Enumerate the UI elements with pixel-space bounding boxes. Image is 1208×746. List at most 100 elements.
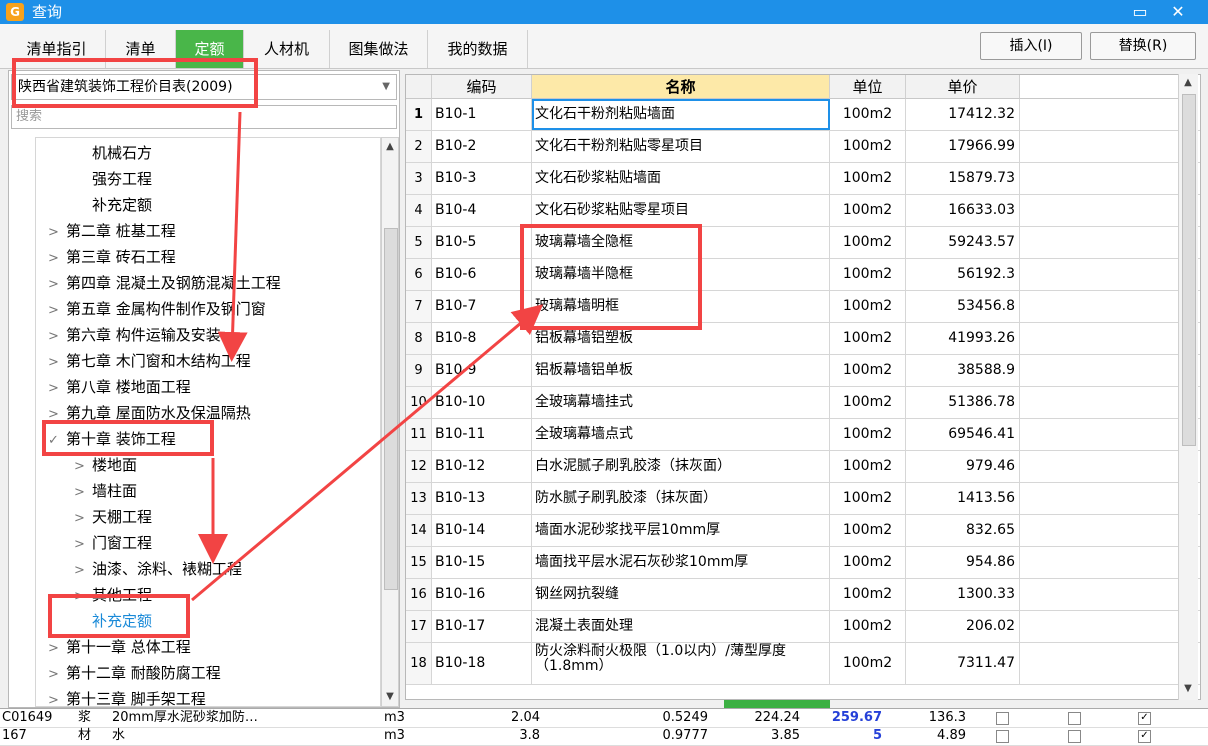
chevron-right-icon[interactable]: > [48,298,66,324]
row-unit[interactable]: 100m2 [830,387,906,418]
chevron-right-icon[interactable]: > [74,506,92,532]
row-price[interactable]: 69546.41 [906,419,1020,450]
tab-atlas-method[interactable]: 图集做法 [330,30,428,68]
tree-item[interactable]: > 第七章 木门窗和木结构工程 [48,348,251,374]
row-price[interactable]: 1300.33 [906,579,1020,610]
row-price[interactable]: 53456.8 [906,291,1020,322]
tree-item[interactable]: > 其他工程 [74,582,152,608]
chevron-right-icon[interactable]: > [48,662,66,688]
row-code[interactable]: B10-2 [432,131,532,162]
row-price[interactable]: 51386.78 [906,387,1020,418]
row-number[interactable]: 6 [406,259,432,290]
chevron-right-icon[interactable]: > [48,220,66,246]
row-price[interactable]: 41993.26 [906,323,1020,354]
row-number[interactable]: 15 [406,547,432,578]
row-number[interactable]: 18 [406,643,432,684]
row-number[interactable]: 16 [406,579,432,610]
row-price[interactable]: 206.02 [906,611,1020,642]
row-price[interactable]: 16633.03 [906,195,1020,226]
tab-quota[interactable]: 定额 [176,30,244,68]
row-name[interactable]: 文化石干粉剂粘贴墙面 [532,99,830,130]
row-code[interactable]: B10-3 [432,163,532,194]
row-number[interactable]: 3 [406,163,432,194]
row-price[interactable]: 979.46 [906,451,1020,482]
table-row[interactable]: 6 B10-6 玻璃幕墙半隐框 100m2 56192.3 [406,259,1200,291]
row-name[interactable]: 防水腻子刷乳胶漆（抹灰面） [532,483,830,514]
row-number[interactable]: 17 [406,611,432,642]
scroll-up-icon[interactable]: ▲ [1179,74,1197,92]
row-checkbox[interactable]: ✓ [1138,730,1151,743]
tab-bill-guide[interactable]: 清单指引 [8,30,106,68]
row-name[interactable]: 铝板幕墙铝塑板 [532,323,830,354]
row-price[interactable]: 1413.56 [906,483,1020,514]
chevron-right-icon[interactable]: > [48,376,66,402]
row-price[interactable]: 59243.57 [906,227,1020,258]
row-name[interactable]: 防火涂料耐火极限（1.0以内）/薄型厚度（1.8mm） [532,643,830,684]
row-price[interactable]: 832.65 [906,515,1020,546]
row-code[interactable]: B10-5 [432,227,532,258]
row-price[interactable]: 17412.32 [906,99,1020,130]
table-row[interactable]: 8 B10-8 铝板幕墙铝塑板 100m2 41993.26 [406,323,1200,355]
table-row[interactable]: 16 B10-16 钢丝网抗裂缝 100m2 1300.33 [406,579,1200,611]
table-row[interactable]: C01649 浆 20mm厚水泥砂浆加防… m3 2.04 0.5249 224… [0,709,1208,728]
row-code[interactable]: B10-1 [432,99,532,130]
row-name[interactable]: 铝板幕墙铝单板 [532,355,830,386]
price-column-header[interactable]: 单价 [906,75,1020,99]
name-column-header[interactable]: 名称 [532,75,830,99]
row-number[interactable]: 10 [406,387,432,418]
row-checkbox[interactable] [1068,712,1081,725]
code-column-header[interactable]: 编码 [432,75,532,99]
table-row[interactable]: 17 B10-17 混凝土表面处理 100m2 206.02 [406,611,1200,643]
unit-column-header[interactable]: 单位 [830,75,906,99]
row-code[interactable]: B10-11 [432,419,532,450]
table-row[interactable]: 15 B10-15 墙面找平层水泥石灰砂浆10mm厚 100m2 954.86 [406,547,1200,579]
row-unit[interactable]: 100m2 [830,419,906,450]
tree-item[interactable]: > 第九章 屋面防水及保温隔热 [48,400,251,426]
row-unit[interactable]: 100m2 [830,99,906,130]
row-name[interactable]: 钢丝网抗裂缝 [532,579,830,610]
tree-item[interactable]: > 油漆、涂料、裱糊工程 [74,556,242,582]
tab-labor-material[interactable]: 人材机 [244,30,330,68]
insert-button[interactable]: 插入(I) [980,32,1082,60]
row-price[interactable]: 17966.99 [906,131,1020,162]
row-code[interactable]: B10-8 [432,323,532,354]
row-name[interactable]: 混凝土表面处理 [532,611,830,642]
row-name[interactable]: 玻璃幕墙半隐框 [532,259,830,290]
replace-button[interactable]: 替换(R) [1090,32,1196,60]
row-code[interactable]: B10-14 [432,515,532,546]
tree-item[interactable]: > 天棚工程 [74,504,152,530]
search-input[interactable]: 搜索 [11,105,397,129]
row-code[interactable]: B10-10 [432,387,532,418]
row-name[interactable]: 文化石砂浆粘贴墙面 [532,163,830,194]
tree-scrollbar[interactable]: ▲ ▼ [381,137,399,707]
table-row[interactable]: 1 B10-1 文化石干粉剂粘贴墙面 100m2 17412.32 [406,99,1200,131]
tree-item[interactable]: 补充定额 [74,192,152,218]
row-code[interactable]: B10-17 [432,611,532,642]
row-number[interactable]: 7 [406,291,432,322]
chevron-right-icon[interactable]: > [48,636,66,662]
tree-item[interactable]: > 第六章 构件运输及安装 [48,322,221,348]
tree-scroll-thumb[interactable] [384,228,398,590]
scroll-down-icon[interactable]: ▼ [382,688,398,706]
row-price[interactable]: 56192.3 [906,259,1020,290]
tree-item[interactable]: > 墙柱面 [74,478,137,504]
table-row[interactable]: 18 B10-18 防火涂料耐火极限（1.0以内）/薄型厚度（1.8mm） 100m2… [406,643,1200,685]
tree-item[interactable]: > 第十三章 脚手架工程 [48,686,206,706]
row-code[interactable]: B10-7 [432,291,532,322]
row-name[interactable]: 玻璃幕墙明框 [532,291,830,322]
splitter-handle[interactable] [724,700,830,708]
table-row[interactable]: 12 B10-12 白水泥腻子刷乳胶漆（抹灰面） 100m2 979.46 [406,451,1200,483]
close-icon[interactable]: ✕ [1160,0,1196,24]
chevron-right-icon[interactable]: > [74,454,92,480]
row-unit[interactable]: 100m2 [830,355,906,386]
table-row[interactable]: 3 B10-3 文化石砂浆粘贴墙面 100m2 15879.73 [406,163,1200,195]
row-unit[interactable]: 100m2 [830,611,906,642]
chevron-right-icon[interactable]: > [48,246,66,272]
chevron-right-icon[interactable]: > [48,402,66,428]
tree-item[interactable]: > 第三章 砖石工程 [48,244,176,270]
row-checkbox[interactable]: ✓ [1138,712,1151,725]
row-name[interactable]: 白水泥腻子刷乳胶漆（抹灰面） [532,451,830,482]
table-row[interactable]: 4 B10-4 文化石砂浆粘贴零星项目 100m2 16633.03 [406,195,1200,227]
tree-item[interactable]: ✓ 第十章 装饰工程 [48,426,176,452]
table-row[interactable]: 167 材 水 m3 3.8 0.9777 3.85 5 4.89 ✓ [0,727,1208,746]
